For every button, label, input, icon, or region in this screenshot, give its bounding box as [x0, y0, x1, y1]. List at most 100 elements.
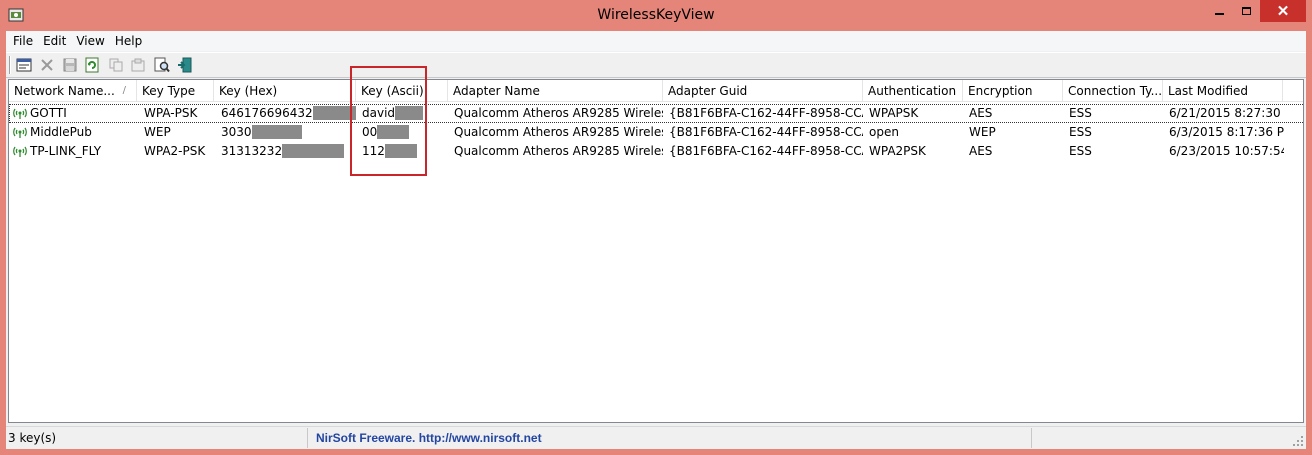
column-label: Network Name...: [14, 84, 115, 98]
key-hex-value: 646176696432: [221, 106, 313, 120]
redaction-block: [395, 106, 424, 120]
column-label: Key Type: [142, 84, 196, 98]
column-adapter-name[interactable]: Adapter Name: [448, 80, 663, 102]
cell-connection-type: ESS: [1069, 144, 1092, 158]
cell-last-modified: 6/3/2015 8:17:36 PM: [1169, 125, 1284, 139]
cell-key-type: WEP: [144, 125, 171, 139]
status-credit-link[interactable]: NirSoft Freeware. http://www.nirsoft.net: [308, 428, 1032, 448]
redaction-block: [282, 144, 345, 158]
menu-bar: File Edit View Help: [6, 31, 1306, 51]
key-hex-value: 3030: [221, 125, 252, 139]
cell-key-ascii: david: [357, 104, 447, 123]
nirsoft-link[interactable]: NirSoft Freeware. http://www.nirsoft.net: [316, 431, 542, 445]
cell-last-modified: 6/23/2015 10:57:54...: [1169, 144, 1284, 158]
sort-indicator-icon: /: [122, 85, 126, 96]
maximize-button[interactable]: [1233, 0, 1259, 22]
cell-authentication: open: [869, 125, 899, 139]
toolbar: [6, 52, 1306, 78]
resize-grip-icon[interactable]: [1292, 435, 1304, 447]
exit-icon: [178, 57, 192, 73]
cell-key-type: WPA2-PSK: [144, 144, 206, 158]
cell-adapter-guid: {B81F6BFA-C162-44FF-8958-CCA...: [669, 144, 863, 158]
redaction-block: [312, 106, 356, 120]
refresh-button[interactable]: [82, 56, 102, 74]
close-icon: ✕: [1276, 3, 1290, 20]
redaction-block: [384, 144, 417, 158]
table-row[interactable]: TP-LINK_FLY WPA2-PSK 31313232 112 Qualco…: [9, 142, 1303, 161]
save-button[interactable]: [60, 56, 80, 74]
cell-encryption: AES: [969, 106, 993, 120]
table-row[interactable]: MiddlePub WEP 3030 00 Qualcomm Atheros A…: [9, 123, 1303, 142]
cell-network-name: TP-LINK_FLY: [30, 144, 102, 158]
refresh-icon: [85, 57, 99, 73]
status-bar: 3 key(s) NirSoft Freeware. http://www.ni…: [6, 426, 1306, 449]
save-icon: [63, 58, 77, 72]
title-bar[interactable]: WirelessKeyView ✕: [0, 0, 1312, 31]
status-key-count: 3 key(s): [6, 428, 308, 448]
column-label: Authentication: [868, 84, 957, 98]
cell-authentication: WPAPSK: [869, 106, 919, 120]
exit-button[interactable]: [175, 56, 195, 74]
client-area: File Edit View Help Network Name... / Ke…: [6, 31, 1306, 449]
column-authentication[interactable]: Authentication: [863, 80, 963, 102]
cell-key-hex: 31313232: [216, 142, 356, 161]
minimize-icon: [1214, 13, 1224, 15]
menu-file[interactable]: File: [8, 31, 38, 51]
keys-list[interactable]: Network Name... / Key Type Key (Hex) Key …: [8, 79, 1304, 423]
column-key-hex[interactable]: Key (Hex): [214, 80, 356, 102]
menu-help[interactable]: Help: [110, 31, 147, 51]
menu-view[interactable]: View: [71, 31, 109, 51]
cell-connection-type: ESS: [1069, 106, 1092, 120]
column-label: Adapter Name: [453, 84, 540, 98]
cell-adapter-name: Qualcomm Atheros AR9285 Wireless...: [454, 106, 663, 120]
column-adapter-guid[interactable]: Adapter Guid: [663, 80, 863, 102]
maximize-icon: [1241, 7, 1251, 15]
find-button[interactable]: [152, 56, 172, 74]
copy-icon: [109, 58, 123, 72]
column-last-modified[interactable]: Last Modified: [1163, 80, 1283, 102]
copy-button[interactable]: [106, 56, 126, 74]
find-icon: [154, 57, 170, 73]
cell-key-ascii: 00: [357, 123, 447, 142]
column-label: Last Modified: [1168, 84, 1249, 98]
menu-edit[interactable]: Edit: [38, 31, 71, 51]
cell-encryption: AES: [969, 144, 993, 158]
column-label: Connection Ty...: [1068, 84, 1163, 98]
redaction-block: [377, 125, 410, 139]
key-hex-value: 31313232: [221, 144, 283, 158]
html-report-button[interactable]: [128, 56, 148, 74]
column-key-type[interactable]: Key Type: [137, 80, 214, 102]
html-report-icon: [131, 58, 145, 72]
cell-adapter-guid: {B81F6BFA-C162-44FF-8958-CCA...: [669, 125, 863, 139]
table-row[interactable]: GOTTI WPA-PSK 646176696432 david Qualcom…: [9, 104, 1303, 123]
minimize-button[interactable]: [1205, 0, 1233, 22]
column-connection-type[interactable]: Connection Ty...: [1063, 80, 1163, 102]
column-label: Key (Hex): [219, 84, 278, 98]
column-label: Key (Ascii): [361, 84, 424, 98]
cell-authentication: WPA2PSK: [869, 144, 926, 158]
toolbar-grip: [9, 56, 11, 74]
column-encryption[interactable]: Encryption: [963, 80, 1063, 102]
properties-button[interactable]: [14, 56, 34, 74]
column-label: Adapter Guid: [668, 84, 748, 98]
cell-adapter-name: Qualcomm Atheros AR9285 Wireless...: [454, 144, 663, 158]
cell-adapter-guid: {B81F6BFA-C162-44FF-8958-CCA...: [669, 106, 863, 120]
close-button[interactable]: ✕: [1260, 0, 1306, 22]
list-header: Network Name... / Key Type Key (Hex) Key …: [9, 80, 1303, 102]
column-key-ascii[interactable]: Key (Ascii): [356, 80, 448, 102]
key-ascii-value: david: [362, 106, 396, 120]
properties-icon: [16, 58, 32, 72]
column-label: Encryption: [968, 84, 1033, 98]
column-network-name[interactable]: Network Name... /: [9, 80, 137, 102]
delete-icon: [41, 59, 53, 71]
cell-encryption: WEP: [969, 125, 996, 139]
cell-network-name: GOTTI: [30, 106, 67, 120]
cell-connection-type: ESS: [1069, 125, 1092, 139]
cell-key-type: WPA-PSK: [144, 106, 198, 120]
delete-button[interactable]: [37, 56, 57, 74]
cell-key-ascii: 112: [357, 142, 447, 161]
key-ascii-value: 112: [362, 144, 385, 158]
redaction-block: [251, 125, 302, 139]
window-title: WirelessKeyView: [597, 7, 715, 23]
cell-network-name: MiddlePub: [30, 125, 92, 139]
